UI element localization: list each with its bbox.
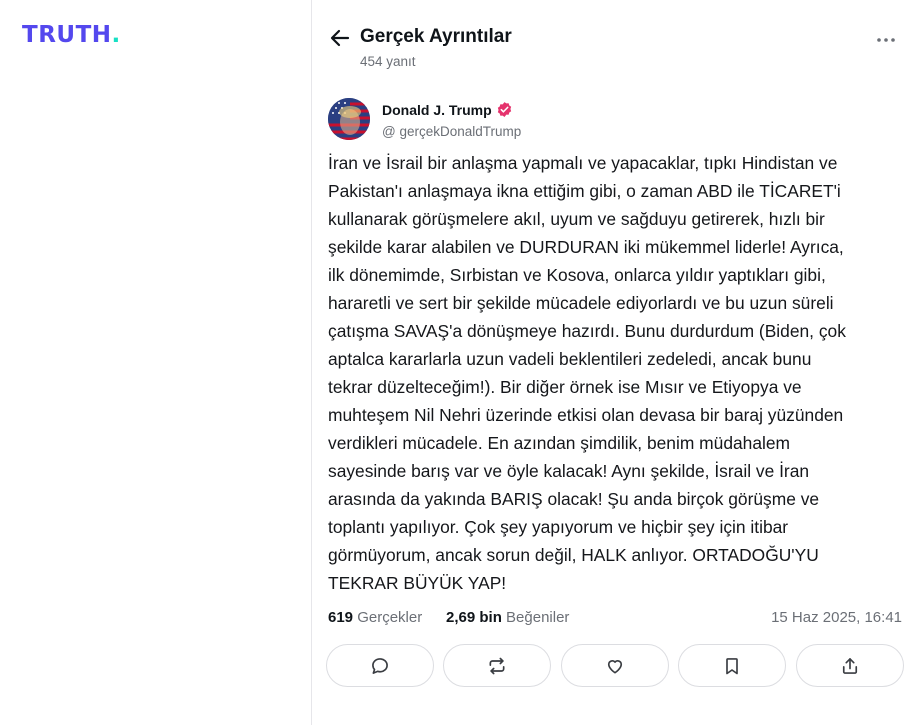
bookmark-icon: [726, 657, 738, 674]
bookmark-button[interactable]: [678, 644, 786, 687]
verified-badge-icon: [496, 101, 513, 118]
arrow-left-icon: [330, 29, 350, 47]
chat-bubble-icon: [372, 657, 388, 674]
more-horizontal-icon: [877, 38, 895, 42]
post-stats: 619 Gerçekler 2,69 bin Beğeniler 15 Haz …: [328, 609, 904, 629]
heart-icon: [607, 659, 623, 673]
share-button[interactable]: [796, 644, 904, 687]
retruth-button[interactable]: [443, 644, 551, 687]
back-button[interactable]: [328, 26, 352, 50]
avatar[interactable]: [328, 98, 370, 140]
left-rail: TRUTH.: [0, 0, 312, 725]
author-handle: @ gerçekDonaldTrump: [382, 124, 522, 139]
flag-portrait-avatar-image: [328, 98, 370, 140]
post-body-text: İran ve İsrail bir anlaşma yapmalı ve ya…: [328, 153, 846, 593]
like-button[interactable]: [561, 644, 669, 687]
truth-logo[interactable]: TRUTH.: [22, 22, 121, 48]
share-icon: [842, 657, 858, 674]
reply-count: 454 yanıt: [360, 54, 416, 69]
page-title: Gerçek Ayrıntılar: [360, 26, 512, 47]
reply-button[interactable]: [326, 644, 434, 687]
post-detail-panel: Gerçek Ayrıntılar 454 yanıt Donald J. Tr…: [312, 0, 920, 725]
retruths-stat[interactable]: 619 Gerçekler: [328, 609, 422, 626]
post-action-bar: [326, 644, 906, 688]
post-timestamp: 15 Haz 2025, 16:41: [771, 609, 902, 626]
more-options-button[interactable]: [874, 28, 898, 52]
author-name[interactable]: Donald J. Trump: [382, 102, 492, 118]
repost-icon: [489, 657, 505, 674]
likes-stat[interactable]: 2,69 bin Beğeniler: [446, 609, 569, 626]
